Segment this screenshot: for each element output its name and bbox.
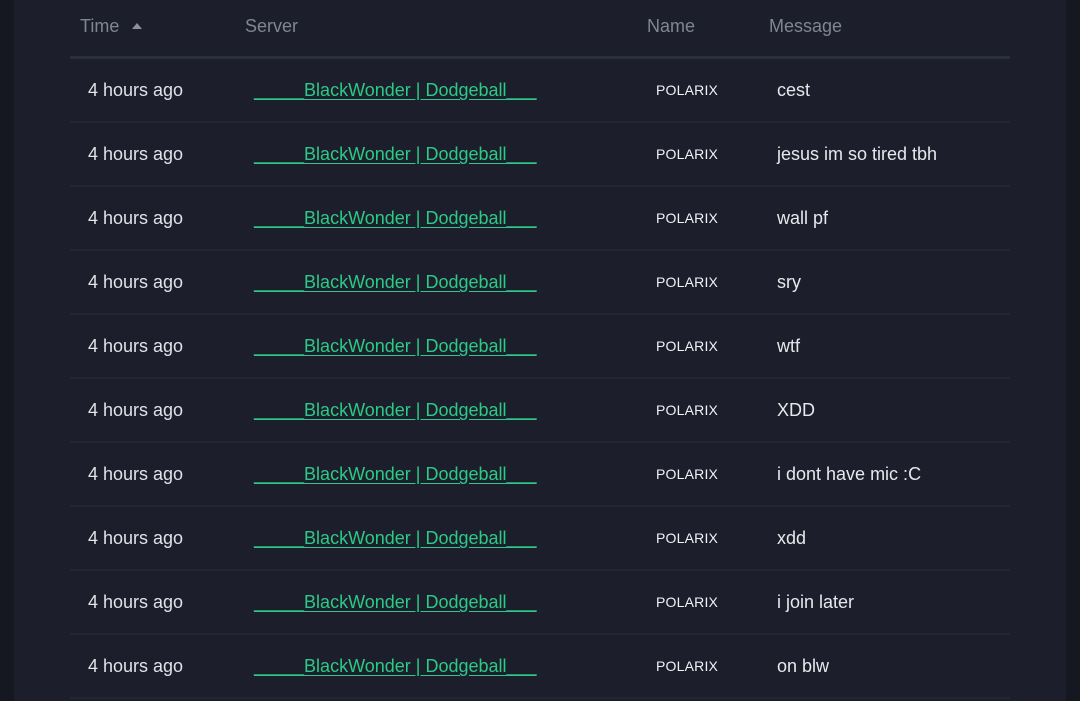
column-header-time[interactable]: Time [80,16,143,37]
row-server-link[interactable]: _____BlackWonder | Dodgeball___ [254,59,537,121]
row-player-name[interactable]: POLARIX [656,571,718,633]
table-row: 4 hours ago _____BlackWonder | Dodgeball_… [70,379,1010,443]
row-message: wall pf [777,208,829,228]
table-row: 4 hours ago _____BlackWonder | Dodgeball_… [70,443,1010,507]
row-time: 4 hours ago [88,528,184,548]
row-time: 4 hours ago [88,208,184,228]
row-player-name[interactable]: POLARIX [656,187,718,249]
chat-log-panel: Time Server Name Message 4 hours ago ____… [14,0,1066,701]
table-header: Time Server Name Message [70,0,1010,59]
row-message: cest [777,80,811,100]
column-header-message[interactable]: Message [769,16,842,37]
row-server-link[interactable]: _____BlackWonder | Dodgeball___ [254,571,537,633]
row-time: 4 hours ago [88,464,184,484]
row-player-name[interactable]: POLARIX [656,59,718,121]
row-player-name[interactable]: POLARIX [656,635,718,697]
column-header-server[interactable]: Server [245,16,298,37]
column-header-name[interactable]: Name [647,16,695,37]
row-message: sry [777,272,801,292]
row-player-name[interactable]: POLARIX [656,379,718,441]
row-player-name[interactable]: POLARIX [656,251,718,313]
table-row: 4 hours ago _____BlackWonder | Dodgeball_… [70,123,1010,187]
row-message: wtf [777,336,801,356]
row-server-link[interactable]: _____BlackWonder | Dodgeball___ [254,443,537,505]
row-time: 4 hours ago [88,400,184,420]
row-time: 4 hours ago [88,144,184,164]
row-server-link[interactable]: _____BlackWonder | Dodgeball___ [254,251,537,313]
row-message: jesus im so tired tbh [777,144,938,164]
row-message: on blw [777,656,830,676]
row-player-name[interactable]: POLARIX [656,315,718,377]
row-time: 4 hours ago [88,336,184,356]
row-player-name[interactable]: POLARIX [656,123,718,185]
row-time: 4 hours ago [88,656,184,676]
row-time: 4 hours ago [88,80,184,100]
sort-ascending-icon[interactable] [132,23,143,29]
row-server-link[interactable]: _____BlackWonder | Dodgeball___ [254,379,537,441]
row-server-link[interactable]: _____BlackWonder | Dodgeball___ [254,123,537,185]
row-time: 4 hours ago [88,592,184,612]
table-row: 4 hours ago _____BlackWonder | Dodgeball_… [70,635,1010,699]
table-row: 4 hours ago _____BlackWonder | Dodgeball_… [70,315,1010,379]
row-time: 4 hours ago [88,272,184,292]
row-server-link[interactable]: _____BlackWonder | Dodgeball___ [254,187,537,249]
table-body: 4 hours ago _____BlackWonder | Dodgeball_… [70,59,1010,699]
row-message: xdd [777,528,807,548]
row-message: XDD [777,400,816,420]
table-row: 4 hours ago _____BlackWonder | Dodgeball_… [70,507,1010,571]
table-row: 4 hours ago _____BlackWonder | Dodgeball_… [70,187,1010,251]
row-player-name[interactable]: POLARIX [656,507,718,569]
row-server-link[interactable]: _____BlackWonder | Dodgeball___ [254,315,537,377]
row-message: i dont have mic :C [777,464,922,484]
table-row: 4 hours ago _____BlackWonder | Dodgeball_… [70,59,1010,123]
row-server-link[interactable]: _____BlackWonder | Dodgeball___ [254,635,537,697]
row-player-name[interactable]: POLARIX [656,443,718,505]
chat-log-table: Time Server Name Message 4 hours ago ____… [70,0,1010,699]
column-header-time-label: Time [80,16,120,36]
row-message: i join later [777,592,855,612]
row-server-link[interactable]: _____BlackWonder | Dodgeball___ [254,507,537,569]
table-row: 4 hours ago _____BlackWonder | Dodgeball_… [70,251,1010,315]
table-row: 4 hours ago _____BlackWonder | Dodgeball_… [70,571,1010,635]
